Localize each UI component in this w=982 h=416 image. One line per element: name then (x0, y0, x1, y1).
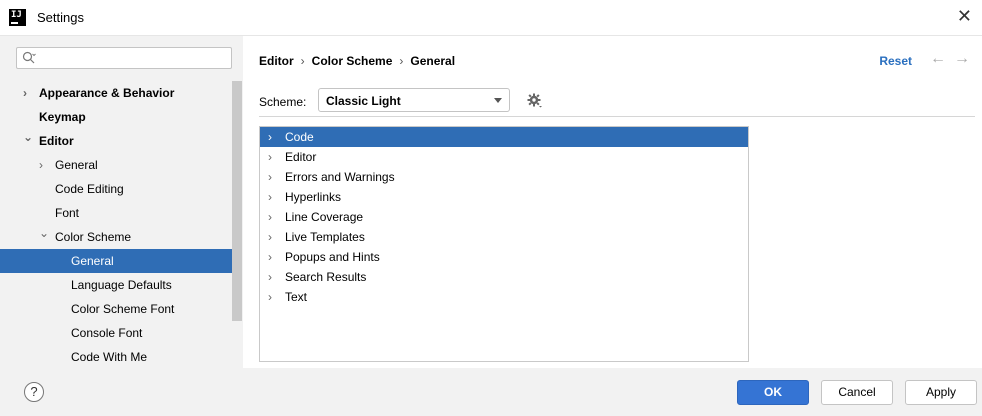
category-label: Text (285, 290, 308, 304)
chevron-right-icon[interactable]: › (268, 287, 272, 307)
settings-dialog: IJ Settings ✕ › Appearance & Behavior Keym… (0, 0, 982, 416)
sidebar-item-keymap[interactable]: Keymap (0, 105, 242, 129)
sidebar-item-editor[interactable]: ⌄ Editor (0, 129, 242, 153)
sidebar-item-label: Keymap (39, 110, 86, 124)
chevron-down-icon[interactable]: ⌄ (23, 125, 33, 149)
scheme-dropdown[interactable]: Classic Light (318, 88, 510, 112)
category-label: Live Templates (285, 230, 365, 244)
scheme-value: Classic Light (326, 94, 401, 108)
back-arrow-icon[interactable]: ← (930, 50, 946, 68)
settings-content: Editor › Color Scheme › General Reset ← → Sc… (243, 36, 982, 368)
divider (259, 116, 975, 117)
sidebar-item-label: Code With Me (71, 350, 148, 364)
category-label: Code (285, 130, 314, 144)
dialog-button-bar: ? OK Cancel Apply (0, 368, 982, 416)
chevron-right-icon[interactable]: › (268, 147, 272, 167)
reset-link[interactable]: Reset (879, 54, 912, 68)
sidebar-item-label: General (55, 158, 98, 172)
sidebar-item-label: Color Scheme (55, 230, 132, 244)
category-label: Errors and Warnings (285, 170, 395, 184)
category-item-text[interactable]: › Text (260, 287, 748, 307)
sidebar-item-code-with-me[interactable]: Code With Me (0, 345, 242, 369)
sidebar-item-label: Code Editing (55, 182, 124, 196)
settings-sidebar: › Appearance & Behavior Keymap ⌄ Editor › Gene… (0, 36, 242, 368)
settings-tree: › Appearance & Behavior Keymap ⌄ Editor › Gene… (0, 81, 242, 369)
breadcrumb-item[interactable]: Editor (259, 54, 294, 68)
category-item-live-templates[interactable]: › Live Templates (260, 227, 748, 247)
settings-search-input[interactable] (16, 47, 232, 69)
category-label: Hyperlinks (285, 190, 342, 204)
category-item-hyperlinks[interactable]: › Hyperlinks (260, 187, 748, 207)
forward-arrow-icon[interactable]: → (954, 50, 970, 68)
help-button[interactable]: ? (24, 382, 44, 402)
sidebar-item-label: Language Defaults (71, 278, 172, 292)
category-item-code[interactable]: › Code (260, 127, 748, 147)
category-label: Line Coverage (285, 210, 364, 224)
sidebar-item-console-font[interactable]: Console Font (0, 321, 242, 345)
window-title: Settings (37, 10, 84, 25)
search-icon (22, 51, 36, 64)
sidebar-item-label: Console Font (71, 326, 143, 340)
sidebar-item-appearance-behavior[interactable]: › Appearance & Behavior (0, 81, 242, 105)
sidebar-item-font[interactable]: Font (0, 201, 242, 225)
sidebar-item-color-scheme[interactable]: ⌄ Color Scheme (0, 225, 242, 249)
color-category-list: › Code › Editor › Errors and Warnings › Hyperli… (259, 126, 749, 362)
chevron-down-icon (494, 98, 502, 103)
sidebar-item-label: Font (55, 206, 80, 220)
breadcrumb-separator-icon: › (300, 54, 305, 68)
sidebar-item-general[interactable]: General (0, 249, 242, 273)
ok-button[interactable]: OK (737, 380, 809, 405)
sidebar-item-label: General (71, 254, 114, 268)
category-item-line-coverage[interactable]: › Line Coverage (260, 207, 748, 227)
breadcrumb-separator-icon: › (399, 54, 404, 68)
category-item-search-results[interactable]: › Search Results (260, 267, 748, 287)
apply-button[interactable]: Apply (905, 380, 977, 405)
category-label: Editor (285, 150, 317, 164)
sidebar-item-color-scheme-font[interactable]: Color Scheme Font (0, 297, 242, 321)
category-item-popups-and-hints[interactable]: › Popups and Hints (260, 247, 748, 267)
category-label: Popups and Hints (285, 250, 380, 264)
chevron-right-icon[interactable]: › (23, 81, 27, 105)
sidebar-item-general[interactable]: › General (0, 153, 242, 177)
sidebar-item-label: Appearance & Behavior (39, 86, 175, 100)
breadcrumb-item[interactable]: Color Scheme (312, 54, 393, 68)
breadcrumb: Editor › Color Scheme › General (259, 54, 455, 68)
sidebar-scrollbar[interactable] (232, 81, 242, 321)
sidebar-item-code-editing[interactable]: Code Editing (0, 177, 242, 201)
chevron-right-icon[interactable]: › (268, 167, 272, 187)
chevron-right-icon[interactable]: › (268, 267, 272, 287)
chevron-right-icon[interactable]: › (268, 127, 272, 147)
chevron-right-icon[interactable]: › (268, 247, 272, 267)
chevron-right-icon[interactable]: › (268, 187, 272, 207)
chevron-right-icon[interactable]: › (268, 227, 272, 247)
title-bar: IJ Settings ✕ (0, 0, 982, 36)
intellij-app-icon: IJ (9, 9, 26, 26)
close-icon[interactable]: ✕ (957, 7, 972, 25)
cancel-button[interactable]: Cancel (821, 380, 893, 405)
sidebar-item-label: Color Scheme Font (71, 302, 175, 316)
chevron-right-icon[interactable]: › (39, 153, 43, 177)
chevron-right-icon[interactable]: › (268, 207, 272, 227)
category-label: Search Results (285, 270, 367, 284)
gear-icon[interactable] (527, 93, 543, 109)
chevron-down-icon[interactable]: ⌄ (39, 221, 49, 245)
breadcrumb-item[interactable]: General (410, 54, 455, 68)
category-item-errors-and-warnings[interactable]: › Errors and Warnings (260, 167, 748, 187)
category-item-editor[interactable]: › Editor (260, 147, 748, 167)
sidebar-item-label: Editor (39, 134, 74, 148)
scheme-label: Scheme: (259, 95, 307, 109)
sidebar-item-language-defaults[interactable]: Language Defaults (0, 273, 242, 297)
